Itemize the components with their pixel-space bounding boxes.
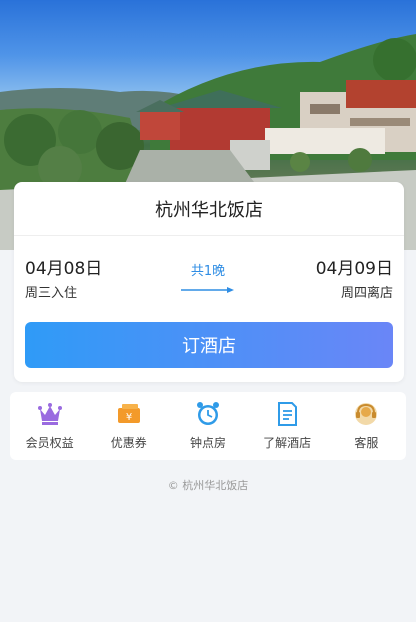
crown-icon	[37, 403, 62, 425]
quick-links-bar: 会员权益 ¥ 优惠券 钟点房 了解酒店 客服	[10, 392, 406, 460]
checkin-label: 周三入住	[25, 286, 78, 301]
quick-link-member-benefits[interactable]: 会员权益	[12, 392, 88, 460]
checkout-label: 周四离店	[340, 286, 393, 301]
coupon-icon: ¥	[117, 404, 140, 423]
quick-link-customer-service[interactable]: 客服	[328, 392, 404, 460]
booking-card: 杭州华北饭店 04月08日 周三入住 共1晚 04月09日 周四离店 订酒店	[14, 182, 404, 382]
headset-icon	[355, 403, 378, 425]
quick-link-label: 优惠券	[110, 436, 147, 450]
quick-link-about-hotel[interactable]: 了解酒店	[249, 392, 325, 460]
checkout-date[interactable]: 04月09日	[316, 254, 393, 279]
quick-link-label: 钟点房	[189, 436, 226, 450]
checkin-date[interactable]: 04月08日	[25, 254, 102, 279]
quick-link-coupons[interactable]: ¥ 优惠券	[91, 392, 167, 460]
hotel-name: 杭州华北饭店	[14, 182, 404, 236]
quick-link-hourly-room[interactable]: 钟点房	[170, 392, 246, 460]
alarm-clock-icon	[196, 402, 219, 425]
quick-link-label: 了解酒店	[263, 436, 312, 450]
book-hotel-button[interactable]: 订酒店	[25, 322, 393, 368]
quick-link-label: 会员权益	[25, 436, 74, 450]
document-icon	[278, 402, 298, 426]
footer-copyright: © 杭州华北饭店	[167, 479, 249, 492]
arrow-right-icon	[181, 287, 234, 293]
quick-link-label: 客服	[354, 436, 379, 450]
nights-count: 共1晚	[190, 264, 226, 279]
svg-text:¥: ¥	[126, 412, 132, 423]
